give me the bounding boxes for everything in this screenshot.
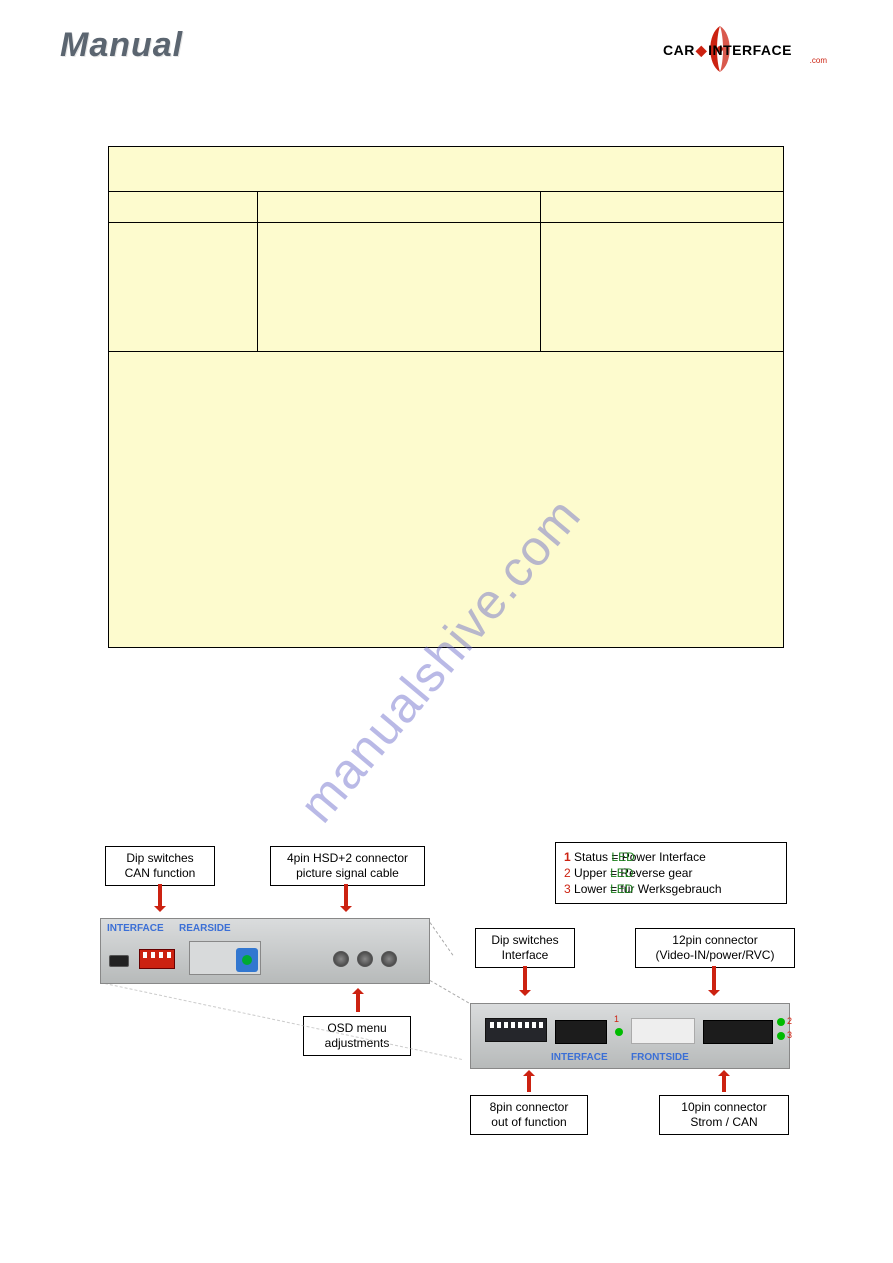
dashed-line	[430, 922, 454, 955]
status-text: Upper	[574, 866, 610, 880]
brand-interface: INTERFACE	[708, 42, 792, 58]
label-status-leds: 1 Status LED = Power Interface 2 Upper L…	[555, 842, 787, 904]
status-text: Status	[574, 850, 611, 864]
led-number: 1	[614, 1014, 619, 1024]
label-line: Strom / CAN	[690, 1115, 757, 1129]
label-line: Interface	[502, 948, 549, 962]
brand-dot-icon: ◆	[696, 42, 707, 58]
led-number: 3	[787, 1030, 792, 1040]
yellow-info-box	[108, 146, 784, 648]
page-header: Manual CAR◆INTERFACE .com	[0, 20, 893, 80]
hsd-connector-icon	[189, 941, 261, 975]
led-number: 2	[787, 1016, 792, 1026]
arrow-down-icon	[712, 966, 716, 994]
device-tag: INTERFACE	[107, 923, 164, 934]
led-word: LED	[611, 849, 619, 857]
connector-10pin-icon	[703, 1020, 773, 1044]
device-frontside: 1 2 3 INTERFACE FRONTSIDE	[470, 1003, 790, 1069]
led-word: LED	[610, 881, 618, 889]
label-10pin: 10pin connector Strom / CAN	[659, 1095, 789, 1135]
status-num: 3	[564, 882, 571, 896]
dip-switch-8-icon	[485, 1018, 547, 1042]
arrow-up-icon	[722, 1072, 726, 1092]
label-line: out of function	[491, 1115, 566, 1129]
status-row: 2 Upper LED = Reverse gear	[564, 865, 778, 881]
label-12pin: 12pin connector (Video-IN/power/RVC)	[635, 928, 795, 968]
arrow-up-icon	[356, 990, 360, 1012]
dashed-line	[430, 980, 474, 1006]
label-line: (Video-IN/power/RVC)	[656, 948, 775, 962]
brand-text: CAR◆INTERFACE	[663, 42, 792, 59]
status-text: Lower	[574, 882, 610, 896]
device-tag: INTERFACE	[551, 1052, 608, 1063]
device-tag: FRONTSIDE	[631, 1052, 689, 1063]
status-num: 2	[564, 866, 571, 880]
osd-knob-icon	[357, 951, 373, 967]
manual-title: Manual	[60, 26, 183, 65]
label-8pin: 8pin connector out of function	[470, 1095, 588, 1135]
table-row	[109, 192, 783, 223]
connector-8pin-icon	[555, 1020, 607, 1044]
label-line: Dip switches	[126, 851, 193, 865]
status-row: 1 Status LED = Power Interface	[564, 849, 778, 865]
led-icon	[615, 1028, 623, 1036]
status-row: 3 Lower LED = für Werksgebrauch	[564, 881, 778, 897]
usb-port-icon	[109, 955, 129, 967]
brand-com: .com	[810, 56, 827, 65]
brand-logo: CAR◆INTERFACE .com	[663, 24, 833, 74]
label-hsd: 4pin HSD+2 connector picture signal cabl…	[270, 846, 425, 886]
label-line: adjustments	[325, 1036, 390, 1050]
connector-12pin-icon	[631, 1018, 695, 1044]
label-line: Dip switches	[491, 933, 558, 947]
arrow-down-icon	[523, 966, 527, 994]
arrow-up-icon	[527, 1072, 531, 1092]
device-tag: REARSIDE	[179, 923, 231, 934]
table-row	[109, 223, 783, 352]
status-num: 1	[564, 850, 571, 864]
osd-knob-icon	[381, 951, 397, 967]
label-line: 10pin connector	[681, 1100, 766, 1114]
info-table	[109, 191, 783, 352]
led-icon	[777, 1032, 785, 1040]
device-rearside: INTERFACE REARSIDE	[100, 918, 430, 984]
label-dip-can: Dip switches CAN function	[105, 846, 215, 886]
arrow-down-icon	[158, 884, 162, 910]
label-line: 4pin HSD+2 connector	[287, 851, 408, 865]
dip-switch-4-icon	[139, 949, 175, 969]
page: Manual CAR◆INTERFACE .com manualshive.co…	[0, 0, 893, 1263]
label-line: picture signal cable	[296, 866, 399, 880]
arrow-down-icon	[344, 884, 348, 910]
led-icon	[777, 1018, 785, 1026]
led-word: LED	[610, 865, 618, 873]
brand-car: CAR	[663, 42, 695, 58]
label-line: CAN function	[125, 866, 196, 880]
label-line: 8pin connector	[490, 1100, 569, 1114]
osd-knob-icon	[333, 951, 349, 967]
label-dip-interface: Dip switches Interface	[475, 928, 575, 968]
interface-diagram: Dip switches CAN function 4pin HSD+2 con…	[100, 830, 800, 1180]
label-line: 12pin connector	[672, 933, 757, 947]
